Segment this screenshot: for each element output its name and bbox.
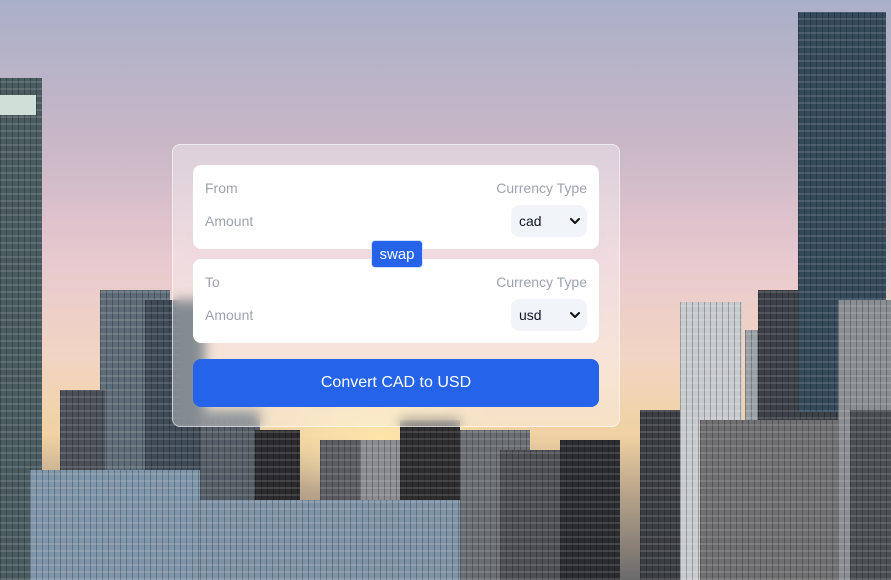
- to-amount-input[interactable]: [205, 305, 405, 325]
- to-currency-select[interactable]: usd: [511, 299, 587, 331]
- from-currency-type-label: Currency Type: [496, 180, 587, 196]
- converter-card: From Currency Type cad To Currency Type …: [172, 144, 620, 427]
- from-currency-select[interactable]: cad: [511, 205, 587, 237]
- to-currency-value: usd: [519, 307, 542, 323]
- chevron-down-icon: [570, 312, 580, 318]
- from-section: From Currency Type cad: [193, 165, 599, 249]
- from-amount-input[interactable]: [205, 211, 405, 231]
- convert-button[interactable]: Convert CAD to USD: [193, 359, 599, 407]
- from-currency-value: cad: [519, 213, 542, 229]
- to-currency-type-label: Currency Type: [496, 274, 587, 290]
- to-section: To Currency Type usd: [193, 259, 599, 343]
- to-label: To: [205, 274, 220, 290]
- from-label: From: [205, 180, 238, 196]
- swap-button[interactable]: swap: [371, 240, 423, 268]
- chevron-down-icon: [570, 218, 580, 224]
